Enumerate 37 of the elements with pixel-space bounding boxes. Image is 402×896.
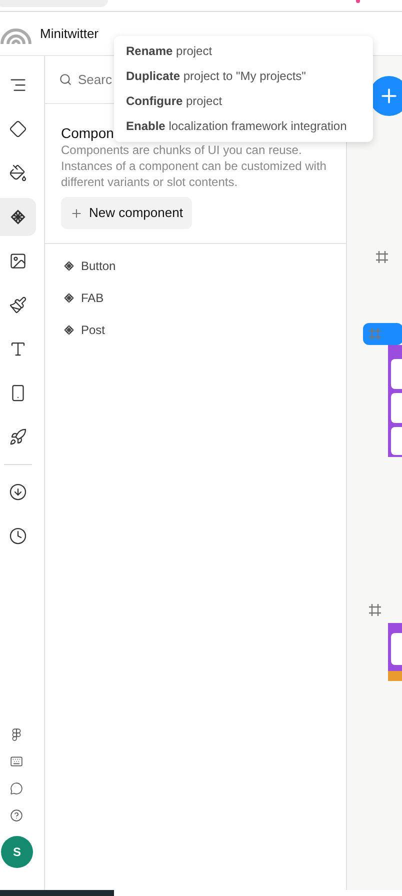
component-icon — [63, 324, 75, 336]
chat-icon[interactable] — [10, 782, 22, 795]
image-icon — [9, 252, 27, 270]
component-icon — [9, 208, 27, 226]
search-icon — [59, 73, 72, 86]
component-list-item[interactable]: FAB — [45, 282, 346, 314]
text-icon — [9, 340, 27, 358]
frame-icon — [369, 604, 381, 616]
help-icon[interactable] — [10, 809, 22, 822]
rocket-icon — [9, 428, 27, 446]
section-description: Components are chunks of UI you can reuse. Instances of a component can be customized with different variants or slot contents. — [61, 142, 328, 190]
frame-icon — [376, 251, 388, 263]
section-heading: Compon — [61, 124, 114, 142]
component-icon — [63, 260, 75, 272]
new-component-button[interactable]: New component — [61, 197, 192, 229]
keyboard-icon[interactable] — [10, 755, 22, 768]
paintbrush-icon — [9, 296, 27, 314]
download-icon — [9, 483, 27, 501]
paint-bucket-icon — [9, 164, 27, 182]
frame-icon — [369, 328, 381, 340]
avatar[interactable]: S — [1, 836, 33, 868]
devices-icon — [9, 384, 27, 402]
component-icon — [63, 292, 75, 304]
component-list-item[interactable]: Button — [45, 250, 346, 282]
indicator-icon — [356, 0, 360, 3]
frame-toolbar[interactable] — [363, 323, 402, 345]
menu-item[interactable]: Configure project — [114, 89, 373, 114]
menu-item[interactable]: Enable localization framework integration — [114, 114, 373, 139]
lines-icon — [9, 76, 27, 94]
menu-item[interactable]: Rename project — [114, 39, 373, 64]
diamond-icon — [9, 120, 27, 138]
project-name[interactable]: Minitwitter — [40, 24, 99, 44]
clock-icon — [9, 527, 27, 545]
plus-icon — [70, 206, 83, 220]
component-list-item[interactable]: Post — [45, 314, 346, 346]
figma-icon[interactable] — [10, 728, 22, 741]
rail-button[interactable] — [0, 198, 36, 236]
